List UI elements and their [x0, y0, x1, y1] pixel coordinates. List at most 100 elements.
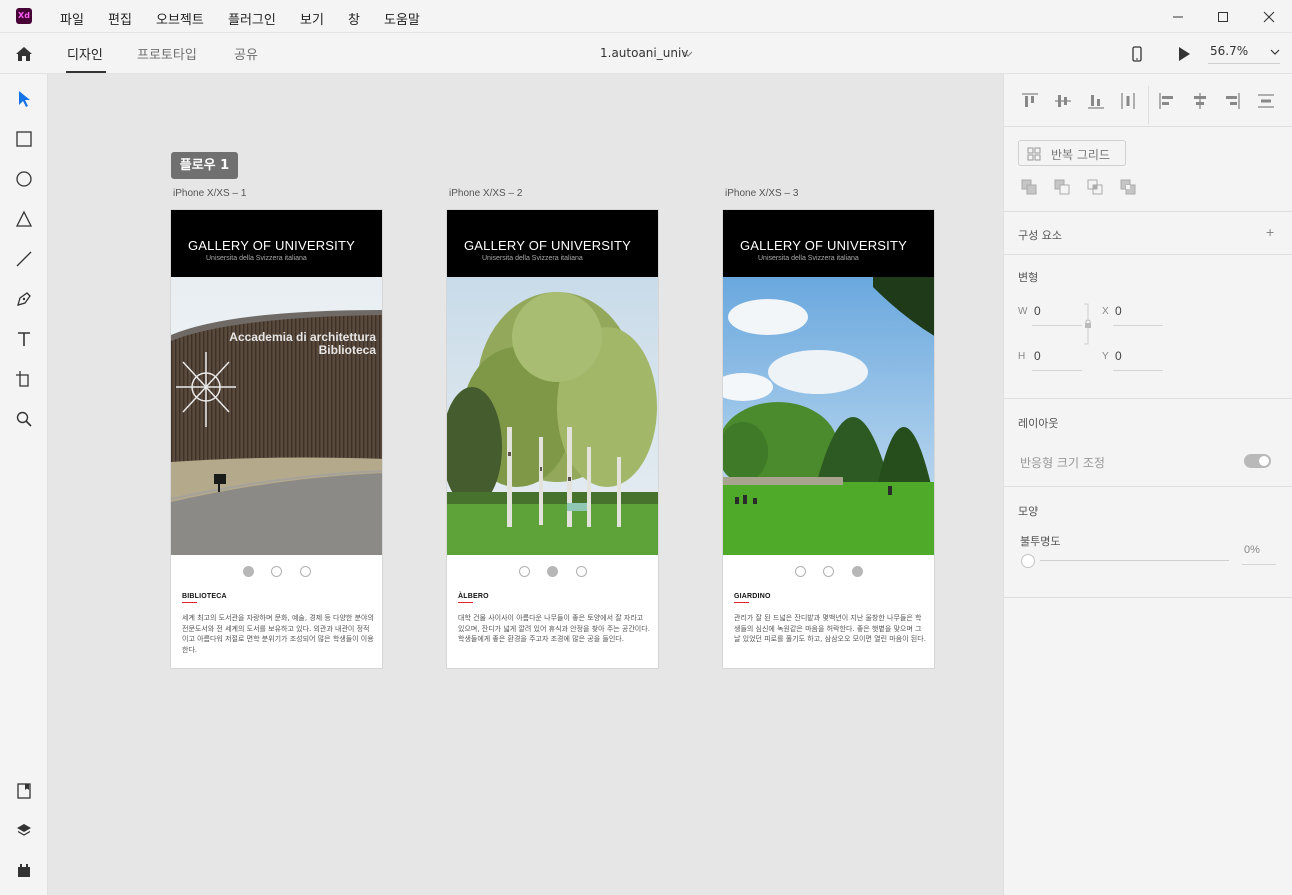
menu-file[interactable]: 파일	[60, 9, 84, 28]
distribute-vertical-icon[interactable]	[1118, 91, 1138, 111]
align-top-icon[interactable]	[1020, 91, 1040, 111]
y-field-line	[1113, 370, 1163, 371]
menu-object[interactable]: 오브젝트	[156, 9, 204, 28]
artboard-iphone-3[interactable]: GALLERY OF UNIVERSITY Unisersita della S…	[722, 209, 935, 669]
zoom-underline	[1208, 63, 1280, 64]
artboard-iphone-1[interactable]: GALLERY OF UNIVERSITY Unisersita della S…	[170, 209, 383, 669]
width-field-line	[1032, 325, 1082, 326]
flow-badge[interactable]: 플로우 1	[171, 152, 238, 179]
gallery-title: GALLERY OF UNIVERSITY	[464, 238, 631, 253]
transform-heading: 변형	[1018, 271, 1039, 284]
panel-separator	[1004, 211, 1292, 212]
carousel-dot[interactable]	[547, 566, 558, 577]
home-button[interactable]	[14, 44, 34, 64]
library-photo: Accademia di architettura Biblioteca	[171, 277, 382, 555]
device-preview-button[interactable]	[1128, 44, 1146, 64]
toggle-knob	[1259, 456, 1269, 466]
boolean-exclude-icon[interactable]	[1119, 178, 1137, 196]
carousel-dot[interactable]	[852, 566, 863, 577]
maximize-button[interactable]	[1200, 0, 1246, 33]
text-tool[interactable]	[12, 327, 36, 351]
tab-share[interactable]: 공유	[234, 44, 258, 63]
close-icon	[1263, 11, 1275, 22]
menu-view[interactable]: 보기	[300, 9, 324, 28]
building-sign-line-1: Accademia di architettura	[229, 330, 376, 344]
distribute-horizontal-icon[interactable]	[1256, 91, 1276, 111]
add-component-button[interactable]: +	[1266, 224, 1274, 240]
x-field[interactable]: 0	[1115, 304, 1122, 318]
height-field[interactable]: 0	[1034, 349, 1041, 363]
plugins-button[interactable]	[12, 859, 36, 883]
panel-separator	[1004, 126, 1292, 127]
menu-edit[interactable]: 편집	[108, 9, 132, 28]
align-right-icon[interactable]	[1222, 91, 1242, 111]
opacity-value[interactable]: 0%	[1244, 544, 1260, 556]
width-label: W	[1018, 306, 1028, 317]
play-preview-button[interactable]	[1174, 44, 1194, 64]
phone-icon	[1132, 46, 1142, 62]
responsive-resize-toggle[interactable]	[1244, 454, 1271, 468]
trees-photo	[447, 277, 658, 555]
artboard-label[interactable]: iPhone X/XS – 3	[725, 188, 798, 199]
panel-separator	[1004, 398, 1292, 399]
carousel-dot[interactable]	[576, 566, 587, 577]
artboard-tool[interactable]	[12, 367, 36, 391]
select-tool[interactable]	[12, 87, 36, 111]
layers-button[interactable]	[12, 819, 36, 843]
zoom-level[interactable]: 56.7%	[1210, 44, 1248, 58]
menu-plugins[interactable]: 플러그인	[228, 9, 276, 28]
carousel-dot[interactable]	[271, 566, 282, 577]
document-title[interactable]: 1.autoani_univ	[600, 46, 688, 60]
boolean-add-icon[interactable]	[1020, 178, 1038, 196]
artboard-icon	[16, 371, 29, 387]
caption-underline	[182, 602, 197, 603]
title-bar: Xd 파일 편집 오브젝트 플러그인 보기 창 도움말	[0, 0, 1292, 33]
carousel-dot[interactable]	[795, 566, 806, 577]
building-sign-line-2: Biblioteca	[319, 343, 377, 357]
carousel-dot[interactable]	[243, 566, 254, 577]
magnifier-icon	[16, 411, 32, 427]
zoom-chevron-down-icon[interactable]	[1270, 48, 1280, 56]
carousel-dots	[171, 566, 382, 578]
carousel-dot[interactable]	[519, 566, 530, 577]
minimize-button[interactable]	[1155, 0, 1201, 33]
pen-tool[interactable]	[12, 287, 36, 311]
zoom-tool[interactable]	[12, 407, 36, 431]
line-icon	[16, 251, 32, 267]
polygon-tool[interactable]	[12, 207, 36, 231]
tab-prototype[interactable]: 프로토타입	[137, 44, 197, 63]
align-middle-icon[interactable]	[1053, 91, 1073, 111]
property-inspector: 반복 그리드 구성 요소 + 변형 W 0 X 0 H 0 Y 0 레이아웃 반…	[1003, 74, 1292, 895]
width-field[interactable]: 0	[1034, 304, 1041, 318]
design-canvas[interactable]: 플로우 1 iPhone X/XS – 1 GALLERY OF UNIVERS…	[48, 74, 1003, 895]
rectangle-tool[interactable]	[12, 127, 36, 151]
artboard-label[interactable]: iPhone X/XS – 2	[449, 188, 522, 199]
align-left-icon[interactable]	[1157, 91, 1177, 111]
garden-photo	[723, 277, 934, 555]
assets-button[interactable]	[12, 779, 36, 803]
carousel-dot[interactable]	[823, 566, 834, 577]
menu-window[interactable]: 창	[348, 9, 360, 28]
artboard-iphone-2[interactable]: GALLERY OF UNIVERSITY Unisersita della S…	[446, 209, 659, 669]
repeat-grid-button[interactable]: 반복 그리드	[1018, 140, 1126, 166]
y-field[interactable]: 0	[1115, 349, 1122, 363]
gallery-title: GALLERY OF UNIVERSITY	[188, 238, 355, 253]
chevron-down-icon[interactable]	[683, 50, 693, 58]
menu-help[interactable]: 도움말	[384, 9, 420, 28]
ellipse-tool[interactable]	[12, 167, 36, 191]
artboard-label[interactable]: iPhone X/XS – 1	[173, 188, 246, 199]
line-tool[interactable]	[12, 247, 36, 271]
height-label: H	[1018, 351, 1026, 362]
ellipse-icon	[16, 171, 32, 187]
opacity-slider-knob[interactable]	[1021, 554, 1035, 568]
close-window-button[interactable]	[1246, 0, 1292, 33]
align-center-icon[interactable]	[1190, 91, 1210, 111]
align-bottom-icon[interactable]	[1086, 91, 1106, 111]
opacity-slider-track[interactable]	[1040, 560, 1229, 561]
boolean-intersect-icon[interactable]	[1086, 178, 1104, 196]
artboard-header: GALLERY OF UNIVERSITY Unisersita della S…	[171, 210, 382, 277]
lock-aspect-icon[interactable]	[1082, 302, 1092, 346]
boolean-subtract-icon[interactable]	[1053, 178, 1071, 196]
carousel-dot[interactable]	[300, 566, 311, 577]
tab-design[interactable]: 디자인	[67, 44, 103, 63]
